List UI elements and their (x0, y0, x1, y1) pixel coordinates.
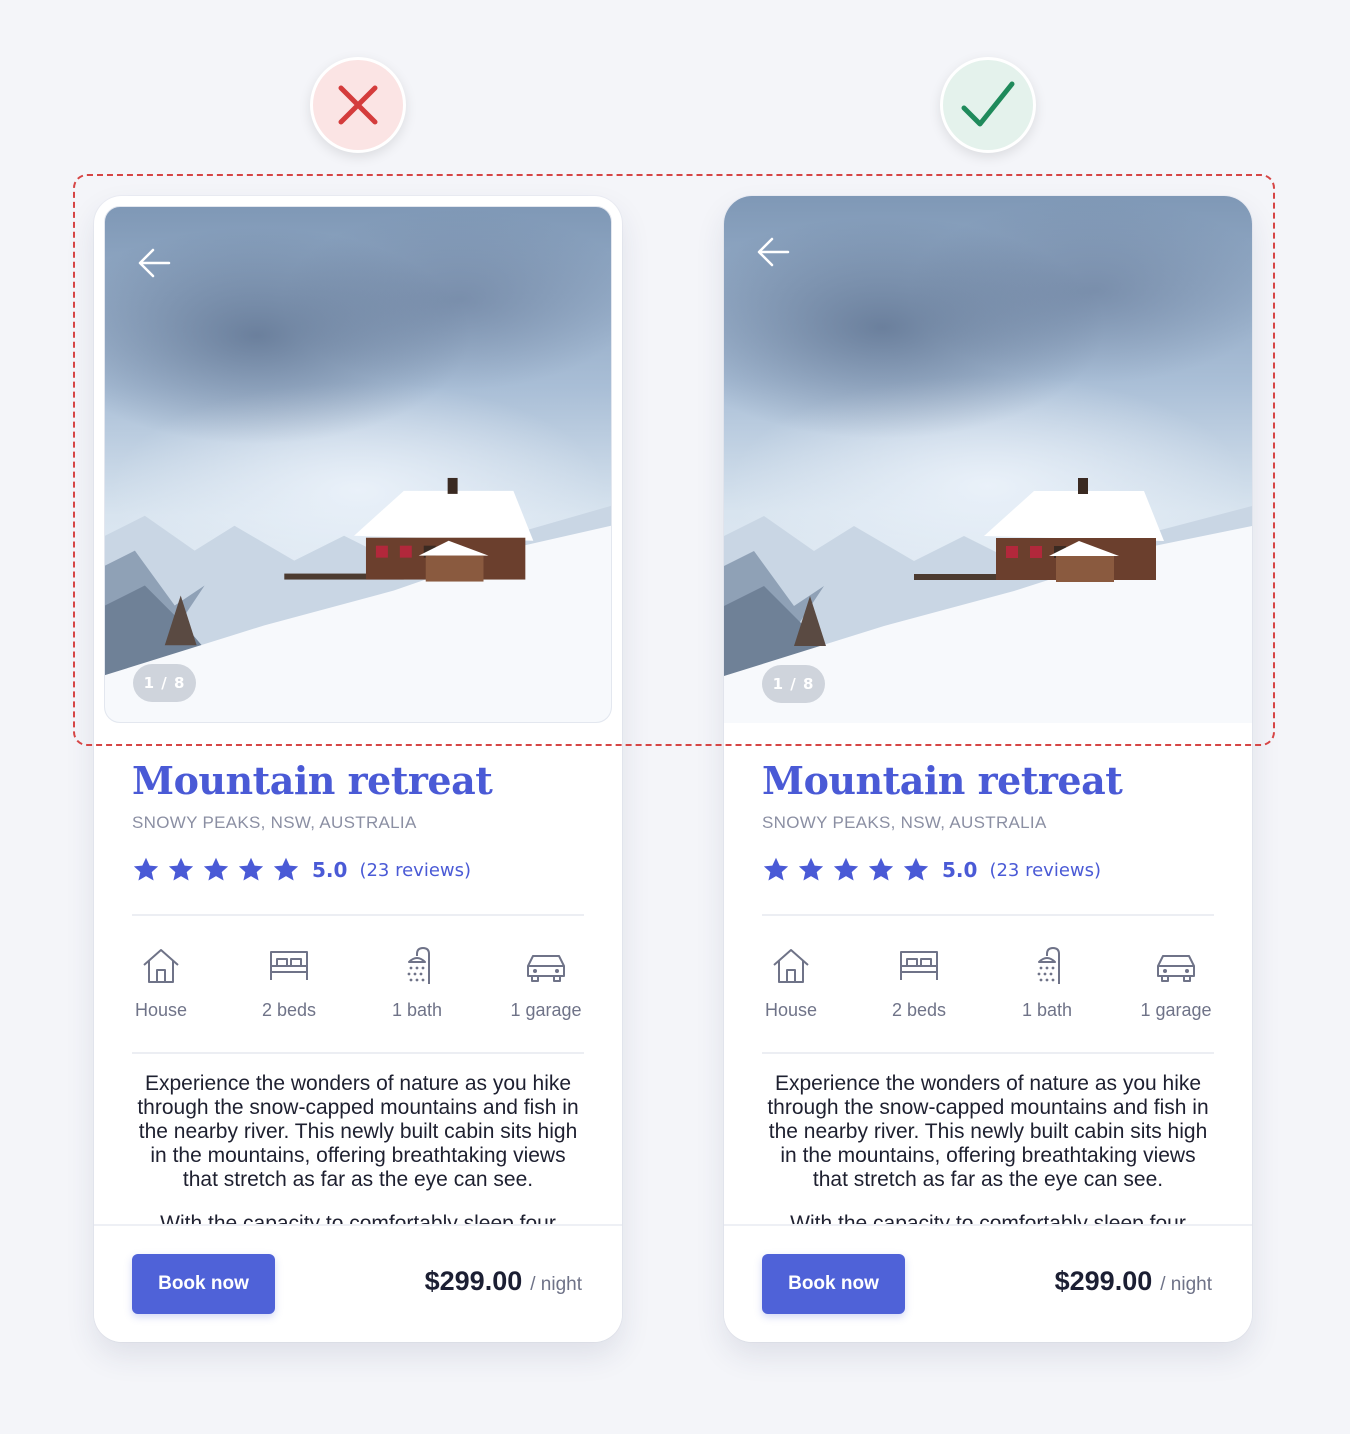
star-rating (132, 856, 300, 884)
shower-icon (407, 947, 430, 984)
star-icon (833, 857, 859, 881)
star-icon (763, 857, 789, 881)
divider (132, 914, 584, 916)
back-arrow-icon[interactable] (754, 232, 794, 272)
snowy-cabin-illustration (105, 477, 611, 722)
listing-location: SNOWY PEAKS, NSW, AUSTRALIA (762, 813, 1047, 832)
house-icon (773, 949, 809, 983)
star-icon (133, 857, 159, 881)
incorrect-example-card: 1 / 8 Mountain retreat SNOWY PEAKS, NSW,… (94, 196, 622, 1342)
image-counter: 1 / 8 (762, 665, 825, 703)
feature-garage: 1 garage (1126, 944, 1226, 1021)
image-counter: 1 / 8 (133, 664, 196, 702)
booking-footer: Book now $299.00 / night (94, 1224, 622, 1342)
divider (132, 1052, 584, 1054)
divider (762, 1052, 1214, 1054)
cross-icon (338, 85, 378, 125)
checkmark-icon (961, 81, 1015, 127)
listing-description: Experience the wonders of nature as you … (137, 1072, 579, 1191)
rating-row: 5.0 (23 reviews) (762, 852, 1101, 888)
divider (762, 914, 1214, 916)
price-amount: $299.00 (1054, 1266, 1153, 1296)
feature-house: House (111, 944, 211, 1021)
house-icon (143, 949, 179, 983)
price-unit: / night (1160, 1274, 1212, 1295)
star-icon (273, 857, 299, 881)
feature-list: House 2 beds 1 bath 1 garage (132, 944, 584, 1024)
price-amount: $299.00 (424, 1266, 523, 1296)
star-icon (903, 857, 929, 881)
star-rating (762, 856, 930, 884)
booking-footer: Book now $299.00 / night (724, 1224, 1252, 1342)
feature-list: House 2 beds 1 bath 1 garage (762, 944, 1214, 1024)
hero-image[interactable]: 1 / 8 (104, 206, 612, 723)
star-icon (798, 857, 824, 881)
feature-beds: 2 beds (239, 944, 339, 1021)
snowy-cabin-illustration (724, 478, 1252, 723)
star-icon (168, 857, 194, 881)
listing-location: SNOWY PEAKS, NSW, AUSTRALIA (132, 813, 417, 832)
bed-icon (270, 951, 308, 980)
bed-icon (900, 951, 938, 980)
price-unit: / night (530, 1274, 582, 1295)
price-display: $299.00 / night (1055, 1266, 1212, 1297)
book-now-button[interactable]: Book now (762, 1254, 905, 1314)
feature-bath: 1 bath (997, 944, 1097, 1021)
feature-beds: 2 beds (869, 944, 969, 1021)
feature-house: House (741, 944, 841, 1021)
star-icon (238, 857, 264, 881)
price-display: $299.00 / night (425, 1266, 582, 1297)
shower-icon (1037, 947, 1060, 984)
review-count-link[interactable]: (23 reviews) (359, 860, 471, 881)
rating-score: 5.0 (312, 858, 348, 882)
back-arrow-icon[interactable] (135, 243, 175, 283)
feature-bath: 1 bath (367, 944, 467, 1021)
listing-title: Mountain retreat (132, 758, 493, 803)
feature-garage: 1 garage (496, 944, 596, 1021)
car-icon (527, 955, 565, 982)
listing-description: Experience the wonders of nature as you … (767, 1072, 1209, 1191)
book-now-button[interactable]: Book now (132, 1254, 275, 1314)
incorrect-badge (310, 57, 406, 153)
review-count-link[interactable]: (23 reviews) (989, 860, 1101, 881)
listing-title: Mountain retreat (762, 758, 1123, 803)
correct-example-card: 1 / 8 Mountain retreat SNOWY PEAKS, NSW,… (724, 196, 1252, 1342)
star-icon (868, 857, 894, 881)
star-icon (203, 857, 229, 881)
rating-row: 5.0 (23 reviews) (132, 852, 471, 888)
car-icon (1157, 955, 1195, 982)
rating-score: 5.0 (942, 858, 978, 882)
correct-badge (940, 57, 1036, 153)
hero-image[interactable]: 1 / 8 (724, 196, 1252, 723)
